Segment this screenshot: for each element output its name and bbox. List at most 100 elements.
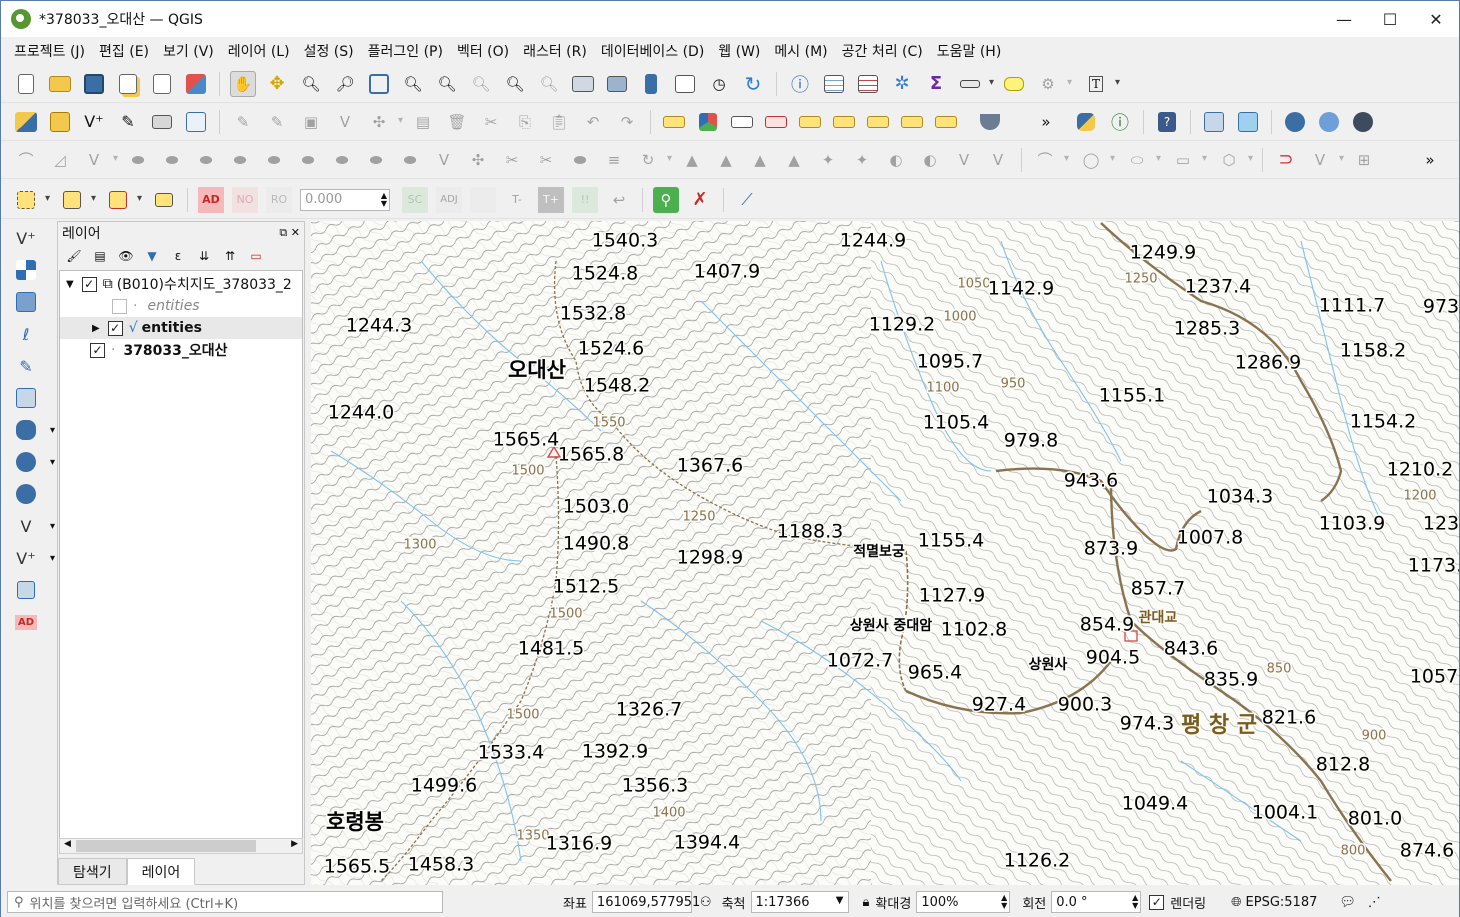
- style-manager-icon[interactable]: [183, 71, 209, 97]
- pin-labels-icon[interactable]: [729, 109, 755, 135]
- split-parts-icon[interactable]: ✂: [533, 147, 559, 173]
- filter-by-expression-icon[interactable]: ε: [168, 246, 188, 266]
- attribute-table-icon[interactable]: [821, 71, 847, 97]
- scroll-thumb[interactable]: [76, 840, 256, 852]
- rotate-feature-icon[interactable]: ⬬: [125, 147, 151, 173]
- add-rectangle-icon[interactable]: ▭: [1170, 147, 1207, 173]
- layer-group-checkbox[interactable]: ✓: [81, 276, 97, 292]
- deselect-features-icon[interactable]: [105, 187, 142, 213]
- tab-browser[interactable]: 탐색기: [58, 858, 127, 885]
- expand-arrow-icon[interactable]: ▶: [92, 323, 100, 334]
- show-hide-labels-icon[interactable]: [797, 109, 823, 135]
- add-ring-icon[interactable]: ⬬: [193, 147, 219, 173]
- add-wcs-icon[interactable]: V: [9, 511, 55, 541]
- new-shapefile-layer-icon[interactable]: V⁺: [81, 109, 107, 135]
- layer-diagram-icon[interactable]: [695, 109, 721, 135]
- add-circular-string-icon[interactable]: ⌒: [13, 147, 39, 173]
- edit-tool-icon[interactable]: [1235, 109, 1261, 135]
- collapse-all-icon[interactable]: ⇈: [220, 246, 240, 266]
- save-edits-icon[interactable]: ▣: [298, 109, 324, 135]
- zoom-native-icon[interactable]: 🔍︎: [468, 71, 494, 97]
- change-label-icon[interactable]: [933, 109, 959, 135]
- processing-toolbox-icon[interactable]: ✲: [889, 71, 915, 97]
- new-geopackage-layer-icon[interactable]: [47, 109, 73, 135]
- refresh-icon[interactable]: ↻: [740, 71, 766, 97]
- menu-database[interactable]: 데이터베이스 (D): [594, 41, 711, 61]
- scroll-left-icon[interactable]: ◀: [64, 839, 71, 849]
- pan-to-selection-icon[interactable]: ✥: [264, 71, 290, 97]
- zoom-to-selection-icon[interactable]: 🔍︎: [400, 71, 426, 97]
- zoom-out-icon[interactable]: 🔎︎: [332, 71, 358, 97]
- point-tool-icon[interactable]: ✦: [849, 147, 875, 173]
- fill-ring-icon[interactable]: ⬬: [261, 147, 287, 173]
- rectangle-tool-icon[interactable]: V: [985, 147, 1011, 173]
- add-regular-polygon-icon[interactable]: ⬡: [1216, 147, 1253, 173]
- select-by-location-icon[interactable]: [151, 187, 177, 213]
- highlight-pinned-labels-icon[interactable]: [763, 109, 789, 135]
- add-ellipse-icon[interactable]: ⬭: [1124, 147, 1161, 173]
- bookmark-icon[interactable]: [638, 71, 664, 97]
- zoom-in-icon[interactable]: 🔍︎: [298, 71, 324, 97]
- measure-icon[interactable]: [957, 71, 994, 97]
- zoom-to-layer-icon[interactable]: 🔍︎: [434, 71, 460, 97]
- advanced-digitizing-toggle[interactable]: AD: [198, 186, 224, 213]
- ellipse-tool-icon[interactable]: ◐: [917, 147, 943, 173]
- trim-extend-icon[interactable]: ✣: [465, 147, 491, 173]
- paste-features-icon[interactable]: 📋︎: [546, 109, 572, 135]
- magnifier-field[interactable]: 100% ▲ ▼: [916, 891, 1011, 913]
- digitize-tool-icon[interactable]: ✗: [687, 187, 713, 213]
- pan-map-icon[interactable]: ✋: [230, 70, 256, 97]
- circular-string-icon[interactable]: ⌒: [1032, 147, 1069, 173]
- zoom-last-icon[interactable]: 🔍︎: [502, 71, 528, 97]
- move-feature-icon[interactable]: ◿: [47, 147, 73, 173]
- scale-combo[interactable]: 1:17366 ▼: [750, 891, 849, 913]
- undo-icon[interactable]: ↶: [580, 109, 606, 135]
- no-constraint-button[interactable]: NO: [232, 186, 258, 213]
- save-project-icon[interactable]: [81, 71, 107, 97]
- t-minus-button[interactable]: T-: [504, 187, 530, 213]
- add-raster-layer-icon[interactable]: [9, 255, 43, 285]
- reverse-line-icon[interactable]: V: [431, 147, 457, 173]
- add-delimited-text-icon[interactable]: ℓ: [9, 319, 43, 349]
- minimize-button[interactable]: —: [1321, 1, 1367, 37]
- menu-plugins[interactable]: 플러그인 (P): [361, 41, 450, 61]
- add-group-icon[interactable]: ▤: [90, 246, 110, 266]
- modify-attributes-icon[interactable]: ▤: [410, 109, 436, 135]
- text-annotation-icon[interactable]: T: [1083, 71, 1120, 97]
- close-button[interactable]: ✕: [1413, 1, 1459, 37]
- move-label-icon[interactable]: [865, 109, 891, 135]
- new-3d-view-icon[interactable]: [604, 71, 630, 97]
- zoom-next-icon[interactable]: 🔍︎: [536, 71, 562, 97]
- add-mesh-layer-icon[interactable]: [9, 287, 43, 317]
- add-wfs-icon[interactable]: [9, 479, 43, 509]
- relative-button[interactable]: RO: [266, 186, 292, 213]
- layer-group-b010[interactable]: ▼ ✓ ⧉ (B010)수치지도_378033_2: [66, 273, 292, 295]
- menu-view[interactable]: 보기 (V): [156, 41, 221, 61]
- georeferencer-icon[interactable]: [1201, 109, 1227, 135]
- statistical-summary-icon[interactable]: Σ: [923, 71, 949, 97]
- t-plus-button[interactable]: T+: [538, 186, 564, 213]
- menu-raster[interactable]: 래스터 (R): [516, 41, 594, 61]
- rotate-label-icon[interactable]: [899, 109, 925, 135]
- snapping-options-icon[interactable]: ⊞: [1351, 147, 1377, 173]
- panel-float-close-icons[interactable]: ⧉ ✕: [279, 226, 300, 240]
- new-layer-icon[interactable]: V⁺: [9, 543, 55, 573]
- tracing-icon[interactable]: V: [1307, 147, 1344, 173]
- select-features-icon-ghost[interactable]: ⚙: [1035, 71, 1072, 97]
- menu-mesh[interactable]: 메시 (M): [767, 41, 834, 61]
- georef-icon[interactable]: [9, 575, 43, 605]
- render-checkbox[interactable]: ✓: [1149, 894, 1165, 910]
- tab-layers[interactable]: 레이어: [126, 858, 196, 885]
- toolbar-overflow-icon[interactable]: »: [1033, 109, 1059, 135]
- offset-curve-icon[interactable]: ⬬: [397, 147, 423, 173]
- locator-search-icon[interactable]: ⚲: [653, 186, 679, 213]
- regular-polygon-icon[interactable]: V: [951, 147, 977, 173]
- add-vector-layer-icon[interactable]: V⁺: [9, 223, 43, 253]
- shape-digitize-icon[interactable]: ▲: [747, 147, 773, 173]
- menu-web[interactable]: 웹 (W): [711, 41, 767, 61]
- new-map-view-icon[interactable]: [570, 71, 596, 97]
- new-print-layout-icon[interactable]: [115, 71, 141, 97]
- scroll-right-icon[interactable]: ▶: [291, 839, 298, 849]
- shield-plugin-icon[interactable]: [977, 109, 1003, 135]
- digitize-value-input[interactable]: 0.000 ▲ ▼: [300, 188, 390, 211]
